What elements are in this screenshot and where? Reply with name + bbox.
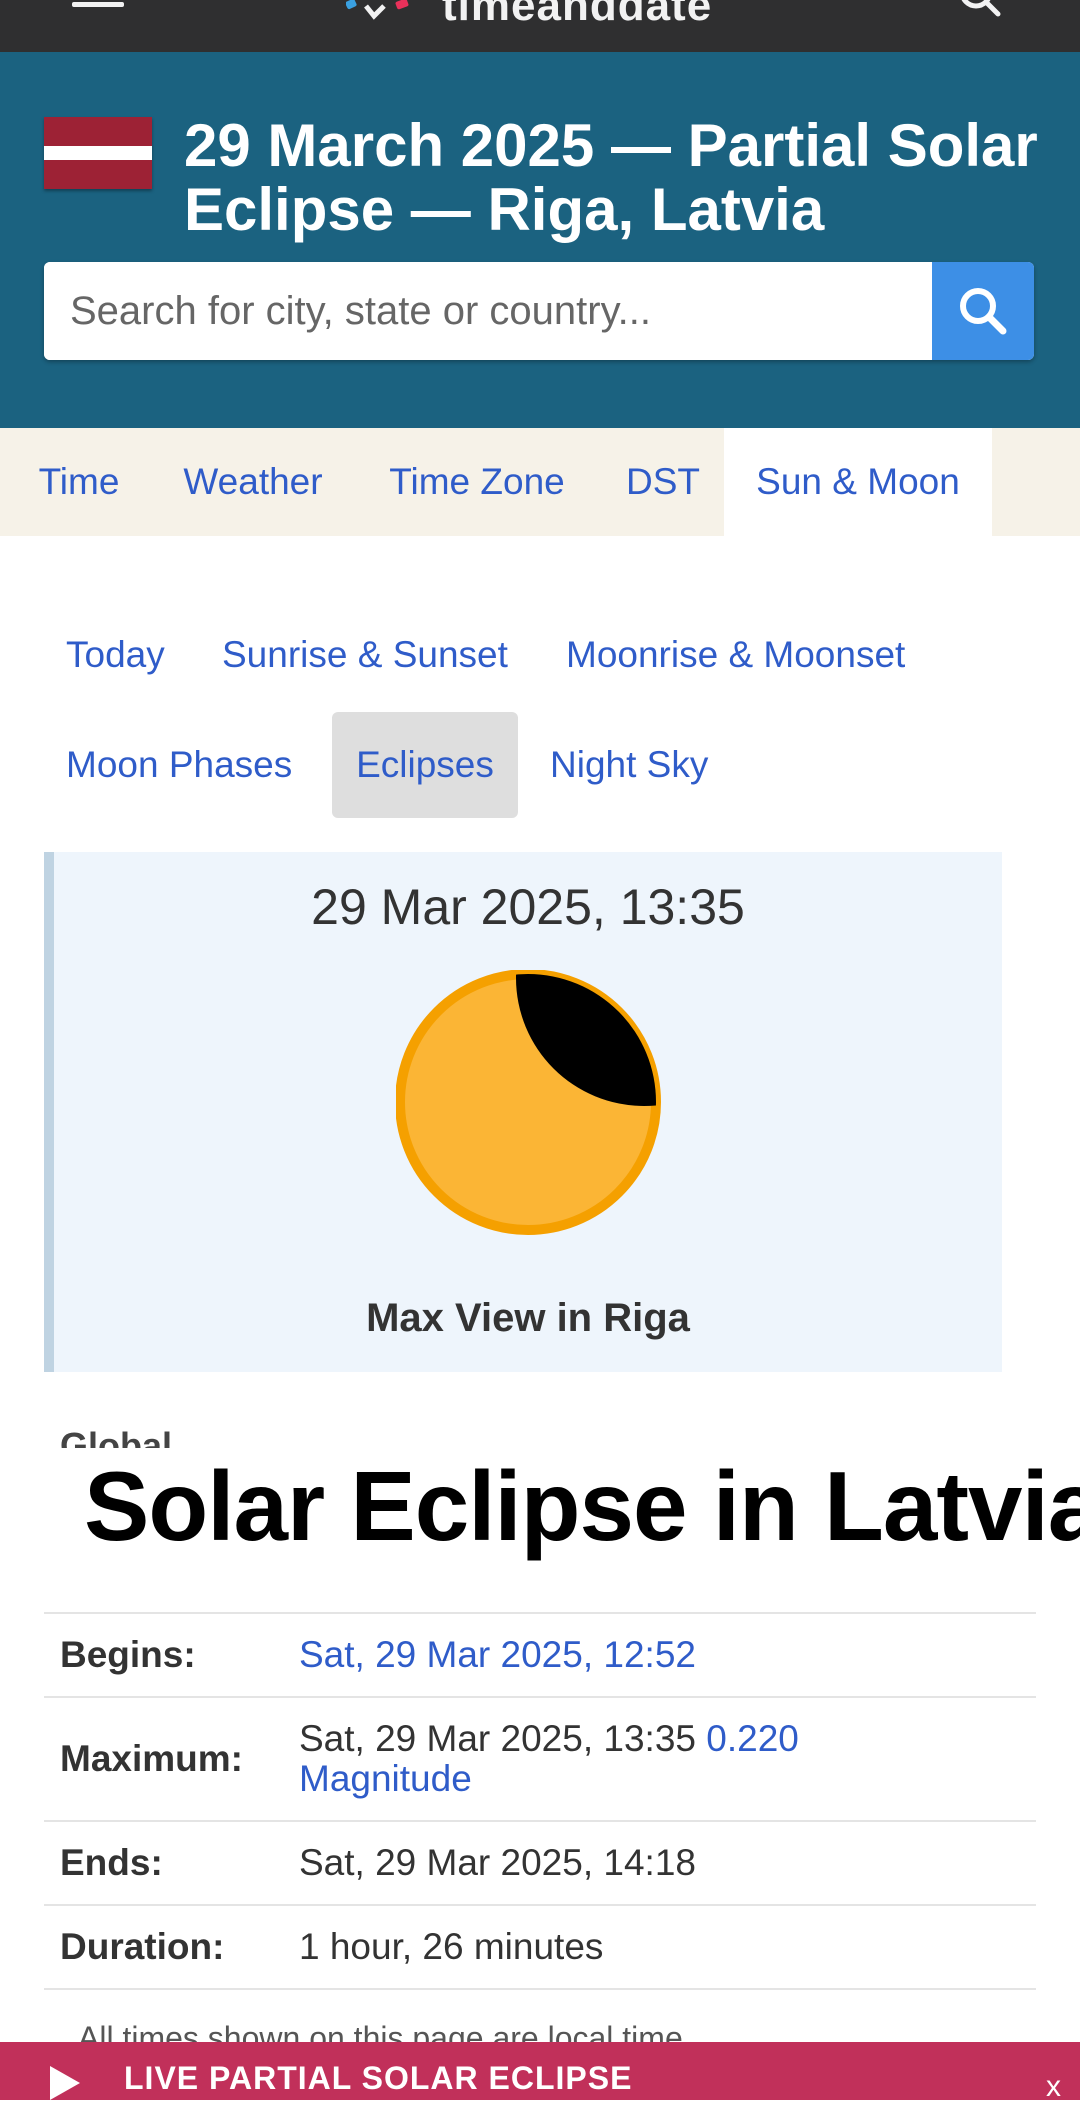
tab-dst[interactable]: DST [606,428,720,536]
live-eclipse-banner[interactable]: LIVE PARTIAL SOLAR ECLIPSE x [0,2042,1080,2103]
begins-value-link[interactable]: Sat, 29 Mar 2025, 12:52 [299,1634,696,1675]
subnav-today[interactable]: Today [44,602,187,708]
page-title: 29 March 2025 — Partial Solar Eclipse — … [184,112,1038,243]
play-icon[interactable] [50,2066,80,2100]
eclipse-sun-illustration [396,970,661,1235]
maximum-value: Sat, 29 Mar 2025, 13:35 [299,1718,696,1759]
begins-label: Begins: [60,1634,196,1675]
logo-text: timeanddate [442,0,713,30]
tab-weather[interactable]: Weather [158,428,348,536]
duration-value: 1 hour, 26 minutes [299,1926,604,1967]
subnav-moonrise-moonset[interactable]: Moonrise & Moonset [544,602,927,708]
global-section-heading: Global [60,1425,173,1448]
eclipse-times-table: Begins: Sat, 29 Mar 2025, 12:52 Maximum:… [44,1612,1036,1990]
tab-sun-and-moon[interactable]: Sun & Moon [724,428,992,536]
table-row-ends: Ends: Sat, 29 Mar 2025, 14:18 [44,1821,1036,1905]
magnitude-value-link[interactable]: 0.220 [706,1718,799,1759]
ends-label: Ends: [60,1842,163,1883]
subnav-eclipses[interactable]: Eclipses [332,712,518,818]
search-button[interactable] [932,262,1034,360]
magnitude-label-link[interactable]: Magnitude [299,1758,472,1799]
search-icon [960,288,1007,335]
top-bar: timeanddate [0,0,1080,52]
hamburger-menu-icon[interactable] [72,0,124,16]
eclipse-max-view-card: 29 Mar 2025, 13:35 Max View in Riga [44,852,1002,1372]
table-row-duration: Duration: 1 hour, 26 minutes [44,1905,1036,1989]
search-box [44,262,1034,360]
search-input[interactable] [44,262,932,360]
duration-label: Duration: [60,1926,225,1967]
tab-time[interactable]: Time [20,428,138,536]
table-row-maximum: Maximum: Sat, 29 Mar 2025, 13:35 0.220 M… [44,1697,1036,1821]
subnav-sunrise-sunset[interactable]: Sunrise & Sunset [200,602,530,708]
subnav-night-sky[interactable]: Night Sky [528,712,730,818]
page-header: 29 March 2025 — Partial Solar Eclipse — … [0,52,1080,428]
site-logo[interactable]: timeanddate [346,0,712,30]
maximum-label: Maximum: [60,1738,243,1779]
subnav-moon-phases[interactable]: Moon Phases [44,712,314,818]
live-banner-text[interactable]: LIVE PARTIAL SOLAR ECLIPSE [124,2060,632,2097]
main-nav-tabs: Time Weather Time Zone DST Sun & Moon [0,428,1080,536]
ends-value: Sat, 29 Mar 2025, 14:18 [299,1842,696,1883]
tab-time-zone[interactable]: Time Zone [368,428,586,536]
search-icon[interactable] [956,0,1004,28]
close-icon[interactable]: x [1046,2070,1061,2104]
max-view-datetime: 29 Mar 2025, 13:35 [311,879,745,935]
latvia-flag-icon [44,117,152,189]
logo-mark-icon [346,0,409,20]
table-row-begins: Begins: Sat, 29 Mar 2025, 12:52 [44,1613,1036,1697]
video-overlay-title: Solar Eclipse in Latvia [84,1451,1080,1561]
local-time-footnote: All times shown on this page are local t… [78,2020,692,2044]
max-view-caption: Max View in Riga [366,1296,690,1340]
